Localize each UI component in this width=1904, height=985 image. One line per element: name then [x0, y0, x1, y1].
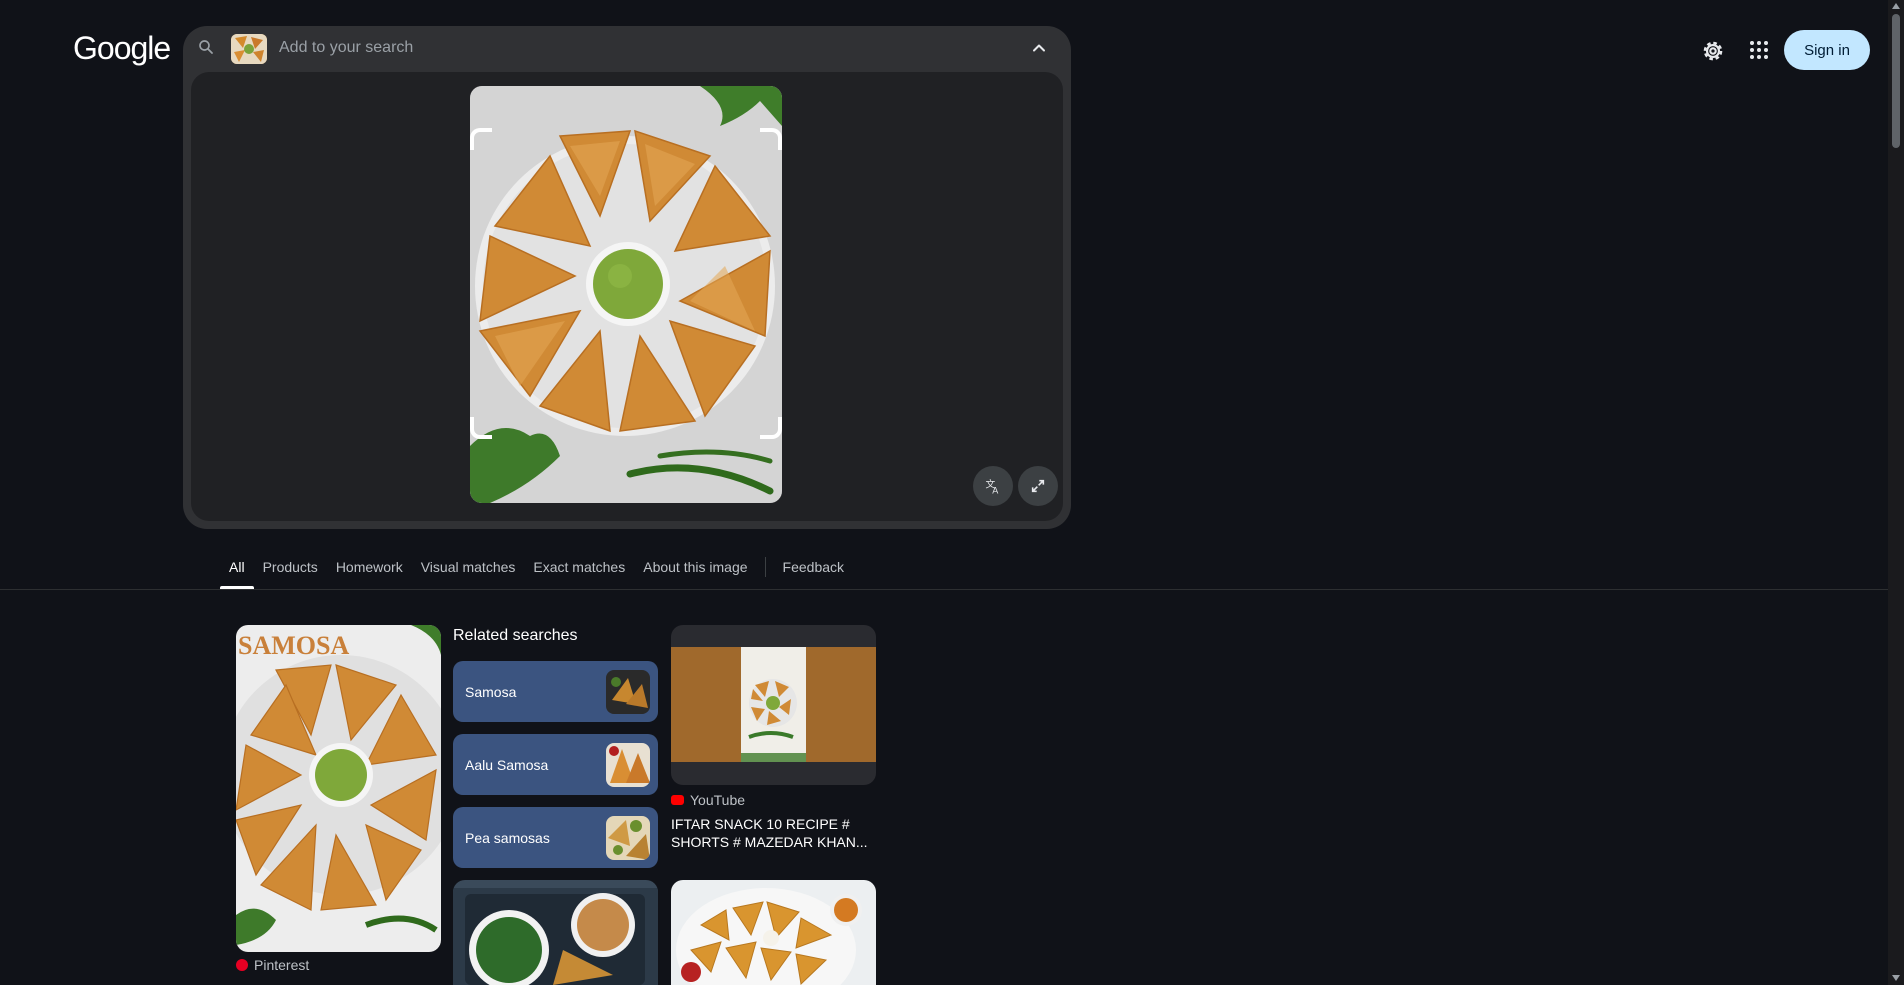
- tab-feedback[interactable]: Feedback: [774, 555, 853, 589]
- tab-visual-matches[interactable]: Visual matches: [412, 555, 525, 589]
- result-card-chutney[interactable]: [453, 880, 658, 985]
- sign-in-button[interactable]: Sign in: [1784, 30, 1870, 70]
- result-source-pinterest[interactable]: Pinterest: [236, 957, 309, 973]
- result-card-youtube[interactable]: [671, 625, 876, 785]
- related-searches-title: Related searches: [453, 627, 578, 644]
- scrollbar-thumb[interactable]: [1892, 14, 1900, 148]
- uploaded-image[interactable]: [470, 86, 782, 503]
- related-thumb: [606, 669, 650, 714]
- gear-icon[interactable]: [1700, 38, 1726, 64]
- search-tabs: All Products Homework Visual matches Exa…: [220, 555, 853, 589]
- crop-handle-bottom-left[interactable]: [470, 417, 492, 439]
- tabs-divider: [0, 589, 1888, 590]
- tab-separator: [764, 557, 766, 577]
- related-thumb: [606, 815, 650, 860]
- tab-all[interactable]: All: [220, 555, 254, 589]
- tab-exact-matches[interactable]: Exact matches: [524, 555, 634, 589]
- google-logo[interactable]: Google: [73, 30, 171, 67]
- image-preview-panel: 文A: [191, 72, 1063, 521]
- page: Google Add to your search 文 A Sign in Al…: [0, 0, 1904, 985]
- query-image-thumbnail[interactable]: [231, 34, 267, 64]
- tab-about-this-image[interactable]: About this image: [634, 555, 756, 589]
- related-item-samosa[interactable]: Samosa: [453, 661, 658, 722]
- expand-button[interactable]: [1018, 466, 1058, 506]
- related-thumb: [606, 742, 650, 787]
- crop-handle-bottom-right[interactable]: [760, 417, 782, 439]
- tab-homework[interactable]: Homework: [327, 555, 412, 589]
- page-scrollbar[interactable]: [1888, 0, 1904, 985]
- svg-text:A: A: [992, 486, 998, 496]
- result-source-youtube[interactable]: YouTube: [671, 792, 745, 808]
- search-bar: [183, 26, 1071, 70]
- search-icon[interactable]: [197, 38, 215, 56]
- translate-icon: 文A: [986, 478, 999, 496]
- search-input[interactable]: [279, 34, 979, 62]
- pinterest-icon: [236, 959, 248, 971]
- card-overlay-title: SAMOSA: [238, 631, 350, 660]
- youtube-icon: [671, 795, 684, 805]
- result-card-samosa-platter[interactable]: [671, 880, 876, 985]
- result-card-pinterest[interactable]: SAMOSA: [236, 625, 441, 952]
- expand-icon: [1031, 479, 1045, 493]
- crop-handle-top-left[interactable]: [470, 128, 492, 150]
- scroll-up-arrow[interactable]: [1892, 3, 1900, 9]
- scroll-down-arrow[interactable]: [1892, 975, 1900, 981]
- result-title-youtube[interactable]: IFTAR SNACK 10 RECIPE # SHORTS # MAZEDAR…: [671, 815, 876, 851]
- related-item-pea-samosas[interactable]: Pea samosas: [453, 807, 658, 868]
- chevron-up-icon[interactable]: [1029, 38, 1049, 58]
- tab-products[interactable]: Products: [254, 555, 327, 589]
- apps-grid-icon[interactable]: [1749, 40, 1769, 60]
- translate-button[interactable]: 文A: [973, 466, 1013, 506]
- related-item-aalu-samosa[interactable]: Aalu Samosa: [453, 734, 658, 795]
- search-box: 文A: [183, 26, 1071, 529]
- crop-handle-top-right[interactable]: [760, 128, 782, 150]
